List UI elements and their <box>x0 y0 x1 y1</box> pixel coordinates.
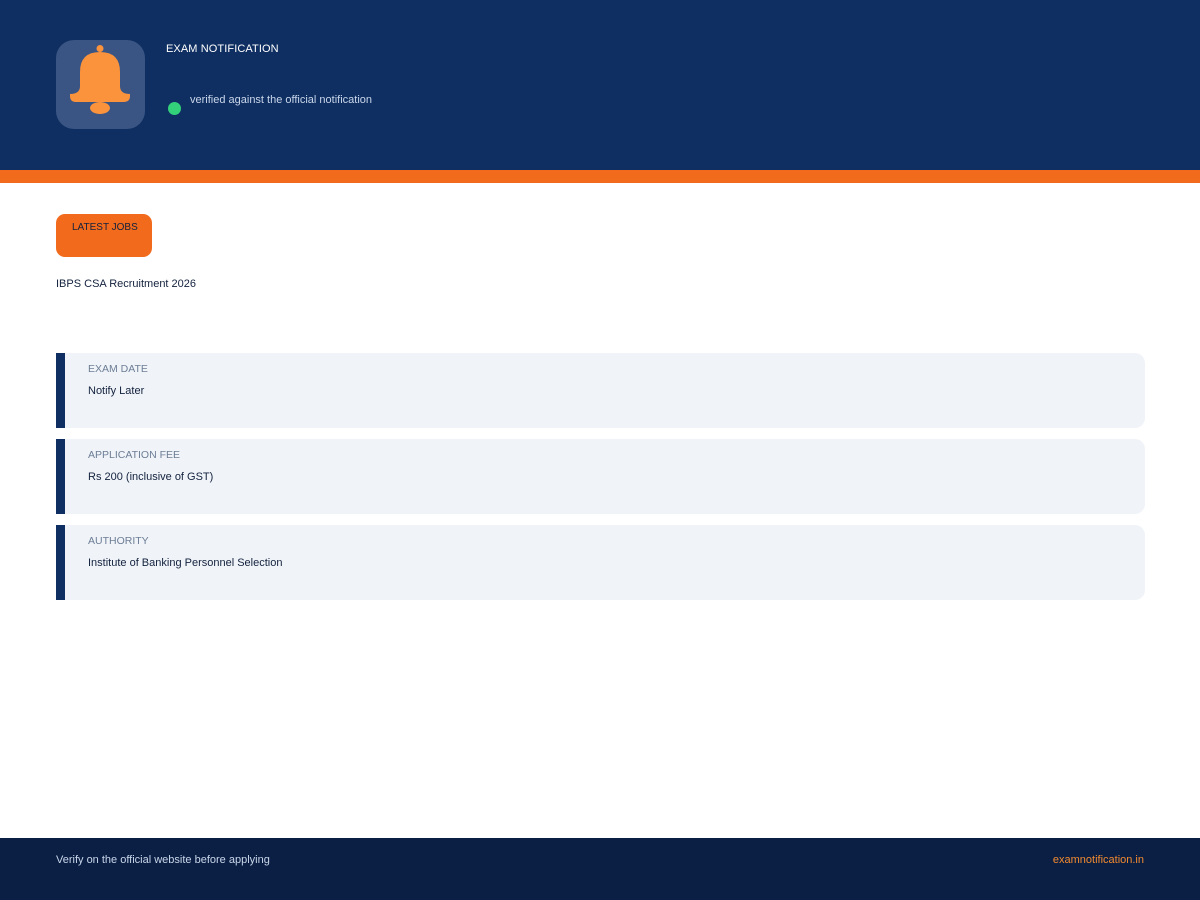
detail-label: APPLICATION FEE <box>88 449 180 461</box>
detail-card-application-fee: APPLICATION FEE Rs 200 (inclusive of GST… <box>56 439 1145 514</box>
page: EXAM NOTIFICATION verified against the o… <box>0 0 1200 900</box>
footer-disclaimer: Verify on the official website before ap… <box>56 854 270 866</box>
detail-value: Institute of Banking Personnel Selection <box>88 557 283 569</box>
footer-site-link[interactable]: examnotification.in <box>1053 854 1144 866</box>
detail-value: Rs 200 (inclusive of GST) <box>88 471 214 483</box>
card-accent-stripe <box>56 353 65 428</box>
detail-value: Notify Later <box>88 385 145 397</box>
latest-jobs-label: LATEST JOBS <box>72 222 138 233</box>
bell-icon <box>70 45 130 114</box>
verified-status-text: verified against the official notificati… <box>190 94 373 106</box>
detail-label: EXAM DATE <box>88 363 148 375</box>
latest-jobs-button[interactable]: LATEST JOBS <box>56 214 152 257</box>
card-accent-stripe <box>56 525 65 600</box>
app-logo <box>56 40 145 129</box>
accent-divider <box>0 170 1200 183</box>
job-title: IBPS CSA Recruitment 2026 <box>56 278 197 290</box>
footer: Verify on the official website before ap… <box>0 838 1200 900</box>
verified-status-dot <box>168 102 181 115</box>
detail-card-exam-date: EXAM DATE Notify Later <box>56 353 1145 428</box>
detail-card-authority: AUTHORITY Institute of Banking Personnel… <box>56 525 1145 600</box>
detail-label: AUTHORITY <box>88 535 149 547</box>
header-banner: EXAM NOTIFICATION verified against the o… <box>0 0 1200 170</box>
card-accent-stripe <box>56 439 65 514</box>
page-title: EXAM NOTIFICATION <box>166 43 279 55</box>
